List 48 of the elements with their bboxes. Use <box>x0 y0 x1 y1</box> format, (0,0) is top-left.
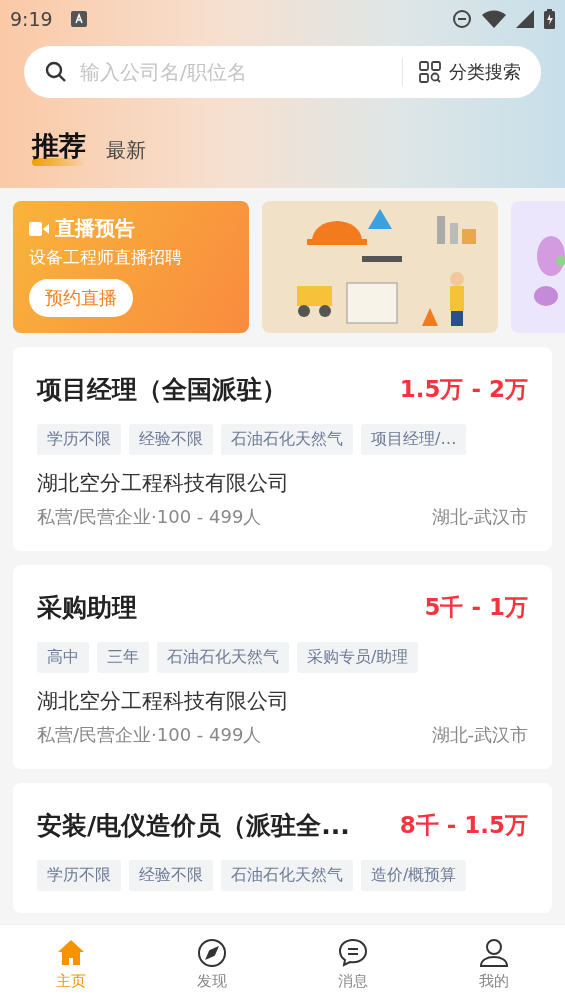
live-subtitle: 设备工程师直播招聘 <box>29 246 183 269</box>
job-tag: 三年 <box>97 642 149 673</box>
person-icon <box>479 938 510 968</box>
job-card[interactable]: 采购助理 5千 - 1万 高中 三年 石油石化天然气 采购专员/助理 湖北空分工程科技有限公司 私营/民营企业·100 - 499人 湖北-武汉市 <box>13 565 552 769</box>
nav-item[interactable]: 我的 <box>423 925 565 1004</box>
do-not-disturb-icon <box>452 9 472 29</box>
signal-icon <box>516 10 534 28</box>
wifi-icon <box>482 10 506 28</box>
job-tag: 石油石化天然气 <box>157 642 289 673</box>
job-tag: 经验不限 <box>129 424 213 455</box>
company-info: 私营/民营企业·100 - 499人 <box>37 723 262 747</box>
job-location: 湖北-武汉市 <box>431 505 528 529</box>
status-time: 9:19 <box>10 8 53 30</box>
search-icon <box>44 60 68 84</box>
tab[interactable]: 最新 <box>106 137 146 164</box>
salary: 1.5万 - 2万 <box>399 375 528 404</box>
job-title: 安装/电仪造价员（派驻全... <box>37 810 350 842</box>
nav-item[interactable]: 发现 <box>141 925 283 1004</box>
job-tag: 经验不限 <box>129 860 213 891</box>
job-tag: 学历不限 <box>37 860 121 891</box>
job-tag: 采购专员/助理 <box>297 642 419 673</box>
chat-icon <box>338 938 369 968</box>
salary: 5千 - 1万 <box>424 593 528 622</box>
job-card[interactable]: 项目经理（全国派驻） 1.5万 - 2万 学历不限 经验不限 石油石化天然气 项目经理/… 湖北空分工程科技有限公司 私营/民营企业·100 - 499人 湖北-武汉市 <box>13 347 552 551</box>
job-tag: 学历不限 <box>37 424 121 455</box>
battery-icon <box>544 9 555 29</box>
nav-item[interactable]: 消息 <box>282 925 424 1004</box>
salary: 8千 - 1.5万 <box>399 811 528 840</box>
compass-icon <box>196 938 227 968</box>
job-tag: 造价/概预算 <box>361 860 467 891</box>
job-tag: 高中 <box>37 642 89 673</box>
keyboard-icon <box>70 11 87 27</box>
video-camera-icon <box>29 221 49 236</box>
company-name: 湖北空分工程科技有限公司 <box>37 688 290 715</box>
search-bar[interactable]: 输入公司名/职位名 分类搜索 <box>24 46 541 98</box>
job-location: 湖北-武汉市 <box>431 723 528 747</box>
job-title: 采购助理 <box>37 592 137 624</box>
job-tag: 项目经理/… <box>361 424 467 455</box>
tab[interactable]: 推荐 <box>32 128 86 164</box>
company-name: 湖北空分工程科技有限公司 <box>37 470 290 497</box>
job-card[interactable]: 安装/电仪造价员（派驻全... 8千 - 1.5万 学历不限 经验不限 石油石化天然气 造价/概预算 <box>13 783 552 913</box>
live-title: 直播预告 <box>55 215 135 242</box>
grid-search-icon <box>419 61 441 83</box>
job-title: 项目经理（全国派驻） <box>37 374 287 406</box>
category-search-button[interactable]: 分类搜索 <box>413 60 521 84</box>
company-info: 私营/民营企业·100 - 499人 <box>37 505 262 529</box>
job-tag: 石油石化天然气 <box>221 424 353 455</box>
job-tag: 石油石化天然气 <box>221 860 353 891</box>
